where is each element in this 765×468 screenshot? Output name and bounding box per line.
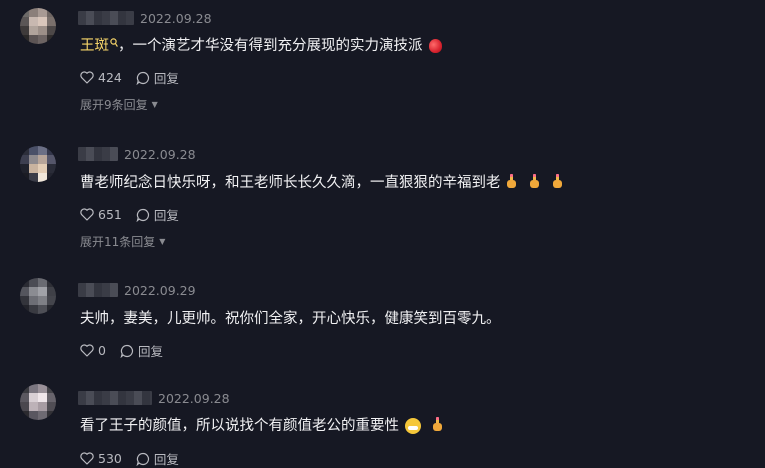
comment-bubble-icon [136, 71, 149, 85]
expand-replies-label: 展开11条回复 [80, 235, 156, 249]
author-name-blurred[interactable] [78, 11, 134, 25]
avatar[interactable] [20, 384, 56, 420]
comment-bubble-icon [120, 344, 133, 358]
comment-item: 2022.09.28 曹老师纪念日快乐呀，和王老师长长久久滴，一直狠狠的辛福到老… [0, 138, 765, 263]
comment-actions: 424 回复 [80, 68, 193, 87]
heart-icon [80, 452, 94, 465]
like-button[interactable]: 0 [80, 343, 106, 358]
heart-icon [80, 71, 94, 84]
comment-text: 看了王子的颜值，所以说找个有颜值老公的重要性 [80, 414, 442, 435]
comment-date: 2022.09.28 [140, 10, 212, 26]
author-row: 2022.09.29 [78, 282, 196, 298]
author-name-blurred[interactable] [78, 283, 118, 297]
reply-button[interactable]: 回复 [120, 341, 163, 360]
finger-heart-emoji-icon [552, 174, 562, 189]
comment-body: 曹老师纪念日快乐呀，和王老师长长久久滴，一直狠狠的辛福到老 [80, 175, 501, 191]
reply-label: 回复 [153, 71, 179, 86]
comment-date: 2022.09.28 [158, 390, 230, 406]
comment-actions: 651 回复 [80, 205, 193, 224]
comment-item: 2022.09.28 看了王子的颜值，所以说找个有颜值老公的重要性 530 回复 [0, 378, 765, 468]
heart-icon [80, 344, 94, 357]
avatar[interactable] [20, 146, 56, 182]
like-count: 530 [98, 451, 122, 466]
author-row: 2022.09.28 [78, 10, 212, 26]
comment-text: 王斑 ，一个演艺才华没有得到充分展现的实力演技派 [80, 34, 442, 55]
reply-label: 回复 [153, 452, 179, 467]
comment-text: 曹老师纪念日快乐呀，和王老师长长久久滴，一直狠狠的辛福到老 [80, 171, 562, 192]
comment-item: 2022.09.28 王斑 ，一个演艺才华没有得到充分展现的实力演技派 424 … [0, 0, 765, 125]
comment-body: ，一个演艺才华没有得到充分展现的实力演技派 [118, 38, 423, 54]
expand-replies-button[interactable]: 展开11条回复 ▼ [80, 233, 165, 250]
like-count: 0 [98, 343, 106, 358]
comment-body: 夫帅，妻美，儿更帅。祝你们全家，开心快乐，健康笑到百零九。 [80, 311, 501, 327]
author-row: 2022.09.28 [78, 390, 230, 406]
mention-link[interactable]: 王斑 [80, 34, 109, 55]
avatar[interactable] [20, 278, 56, 314]
reply-button[interactable]: 回复 [136, 449, 179, 468]
apple-emoji-icon [428, 38, 442, 53]
comment-actions: 530 回复 [80, 449, 193, 468]
reply-button[interactable]: 回复 [136, 205, 179, 224]
like-button[interactable]: 651 [80, 207, 122, 222]
finger-heart-emoji-icon [433, 417, 442, 432]
heart-icon [80, 208, 94, 221]
expand-replies-button[interactable]: 展开9条回复 ▼ [80, 96, 158, 113]
finger-heart-emoji-icon [506, 174, 516, 189]
like-count: 651 [98, 207, 122, 222]
comment-bubble-icon [136, 208, 149, 222]
comment-bubble-icon [136, 452, 149, 466]
avatar[interactable] [20, 8, 56, 44]
expand-replies-label: 展开9条回复 [80, 98, 148, 112]
like-count: 424 [98, 70, 122, 85]
reply-button[interactable]: 回复 [136, 68, 179, 87]
comment-date: 2022.09.29 [124, 282, 196, 298]
comment-text: 夫帅，妻美，儿更帅。祝你们全家，开心快乐，健康笑到百零九。 [80, 307, 501, 328]
like-button[interactable]: 530 [80, 451, 122, 466]
comment-item: 2022.09.29 夫帅，妻美，儿更帅。祝你们全家，开心快乐，健康笑到百零九。… [0, 274, 765, 369]
author-name-blurred[interactable] [78, 391, 152, 405]
reply-label: 回复 [137, 344, 163, 359]
comment-actions: 0 回复 [80, 341, 177, 360]
finger-heart-emoji-icon [529, 174, 539, 189]
comment-date: 2022.09.28 [124, 146, 196, 162]
chevron-down-icon: ▼ [159, 237, 166, 246]
chevron-down-icon: ▼ [151, 100, 158, 109]
grinning-face-emoji-icon [405, 417, 421, 434]
reply-label: 回复 [153, 208, 179, 223]
comment-body: 看了王子的颜值，所以说找个有颜值老公的重要性 [80, 418, 399, 434]
author-name-blurred[interactable] [78, 147, 118, 161]
author-row: 2022.09.28 [78, 146, 196, 162]
like-button[interactable]: 424 [80, 70, 122, 85]
search-icon [110, 38, 118, 51]
